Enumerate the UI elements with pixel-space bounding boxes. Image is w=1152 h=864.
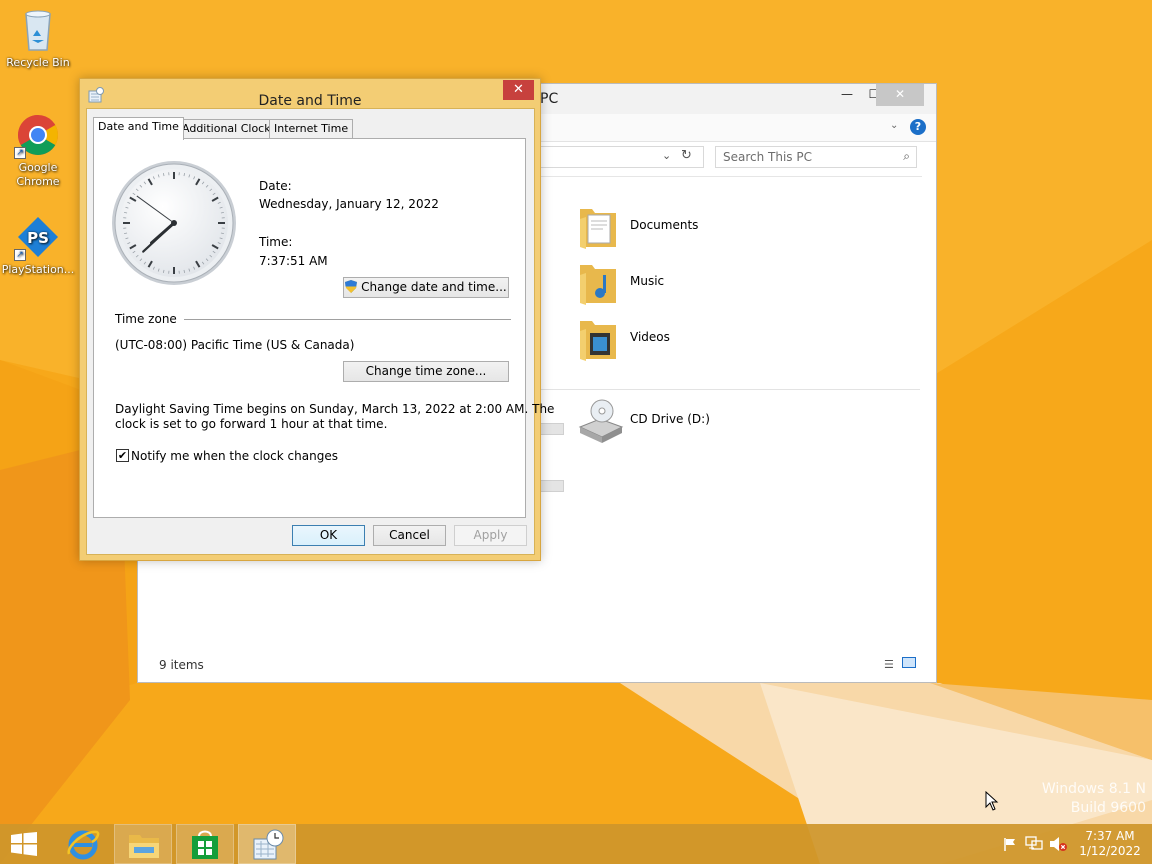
- taskbar-date-and-time[interactable]: [238, 824, 296, 864]
- address-bar[interactable]: ⌄ ↻: [534, 146, 704, 168]
- change-date-time-label: Change date and time...: [361, 280, 507, 294]
- taskbar-clock-date: 1/12/2022: [1079, 844, 1141, 858]
- cancel-button[interactable]: Cancel: [373, 525, 446, 546]
- drive-cd[interactable]: CD Drive (D:): [576, 397, 756, 447]
- dialog-close-button[interactable]: ✕: [503, 80, 534, 100]
- notify-checkbox[interactable]: ✔: [116, 449, 129, 462]
- tab-additional-clocks[interactable]: Additional Clocks: [177, 119, 282, 139]
- drive-usage-bar: [540, 423, 564, 435]
- documents-folder-icon: [580, 209, 616, 249]
- dst-info-line2: clock is set to go forward 1 hour at tha…: [115, 417, 388, 431]
- analog-clock: [112, 161, 236, 285]
- mouse-cursor-icon: [985, 791, 999, 811]
- date-label: Date:: [259, 179, 292, 193]
- playstation-icon: PS ↗: [14, 213, 62, 261]
- change-time-zone-button[interactable]: Change time zone...: [343, 361, 509, 382]
- help-icon[interactable]: ?: [910, 119, 926, 135]
- minimize-button[interactable]: —: [832, 84, 862, 106]
- shortcut-arrow-icon: ↗: [14, 147, 26, 159]
- notify-label[interactable]: Notify me when the clock changes: [131, 449, 338, 463]
- action-center-flag-icon[interactable]: [1003, 837, 1017, 851]
- desktop-icon-playstation[interactable]: PS ↗ PlayStation...: [0, 213, 76, 277]
- svg-text:PS: PS: [27, 229, 49, 247]
- dialog-body: Date and Time Additional Clocks Internet…: [86, 108, 554, 555]
- date-time-app-icon: [253, 829, 284, 860]
- time-label: Time:: [259, 235, 293, 249]
- time-value: 7:37:51 AM: [259, 254, 328, 268]
- clock-center: [171, 220, 177, 226]
- watermark-build: Build 9600: [1070, 800, 1146, 816]
- folder-label: Videos: [630, 330, 670, 344]
- dialog-title: Date and Time: [258, 93, 362, 109]
- taskbar-clock[interactable]: 7:37 AM 1/12/2022: [1076, 829, 1144, 859]
- folder-label: Documents: [630, 218, 699, 232]
- taskbar-clock-time: 7:37 AM: [1085, 829, 1135, 843]
- date-value: Wednesday, January 12, 2022: [259, 197, 439, 211]
- details-view-icon[interactable]: ☰: [884, 658, 894, 671]
- status-item-count: 9 items: [159, 658, 204, 672]
- chevron-down-icon[interactable]: ⌄: [662, 149, 671, 162]
- shortcut-arrow-icon: ↗: [14, 249, 26, 261]
- search-placeholder: Search This PC: [723, 150, 812, 164]
- desktop-icon-google-chrome[interactable]: ↗ Google Chrome: [0, 111, 76, 189]
- file-explorer-icon: [129, 835, 159, 858]
- taskbar-file-explorer[interactable]: [114, 824, 172, 864]
- store-icon: [192, 830, 218, 859]
- windows-watermark: Windows 8.1 N Build 9600: [1042, 780, 1146, 818]
- folder-label: Music: [630, 274, 665, 288]
- chevron-down-icon[interactable]: ⌄: [890, 120, 898, 131]
- desktop-icon-label: Recycle Bin: [6, 56, 70, 69]
- refresh-icon[interactable]: ↻: [681, 148, 692, 163]
- windows-logo-icon: [11, 832, 37, 856]
- chrome-icon: ↗: [14, 111, 62, 159]
- ok-button[interactable]: OK: [292, 525, 365, 546]
- tiles-view-icon[interactable]: [901, 657, 916, 668]
- drive-label: CD Drive (D:): [630, 412, 710, 426]
- close-button[interactable]: ✕: [876, 84, 924, 106]
- drive-usage-bar: [540, 480, 564, 492]
- network-icon[interactable]: [1025, 836, 1043, 852]
- desktop-icon-label: Google Chrome: [16, 161, 60, 188]
- music-folder-icon: [580, 265, 616, 305]
- search-input[interactable]: Search This PC ⌕: [715, 146, 917, 168]
- section-divider: [540, 389, 920, 390]
- checkmark-icon: ✔: [117, 449, 128, 462]
- internet-explorer-icon: [67, 830, 100, 860]
- explorer-title: PC: [540, 91, 559, 107]
- date-time-dialog[interactable]: Date and Time ✕ Date and Time Additional…: [79, 78, 554, 561]
- apply-button[interactable]: Apply: [454, 525, 527, 546]
- taskbar: 7:37 AM 1/12/2022: [0, 824, 1152, 864]
- timezone-divider: [184, 319, 511, 320]
- view-toggle: ☰: [884, 657, 916, 671]
- watermark-edition: Windows 8.1 N: [1041, 781, 1146, 797]
- dst-info-line1: Daylight Saving Time begins on Sunday, M…: [115, 402, 555, 416]
- timezone-heading: Time zone: [115, 312, 177, 326]
- search-icon[interactable]: ⌕: [903, 149, 910, 164]
- timezone-value: (UTC-08:00) Pacific Time (US & Canada): [115, 338, 355, 352]
- desktop-icon-label: PlayStation...: [1, 263, 75, 276]
- volume-muted-icon[interactable]: [1049, 836, 1067, 852]
- recycle-bin-icon: [14, 6, 62, 54]
- change-date-time-button[interactable]: Change date and time...: [343, 277, 509, 298]
- date-time-tab-panel: Date: Wednesday, January 12, 2022 Time: …: [93, 138, 554, 518]
- uac-shield-icon: [345, 280, 358, 293]
- start-button[interactable]: [0, 824, 50, 864]
- cd-drive-icon: [578, 399, 624, 443]
- tab-internet-time[interactable]: Internet Time: [269, 119, 354, 139]
- taskbar-store[interactable]: [176, 824, 234, 864]
- tab-date-and-time[interactable]: Date and Time: [93, 117, 184, 140]
- taskbar-internet-explorer[interactable]: [54, 824, 112, 864]
- videos-folder-icon: [580, 321, 616, 361]
- desktop-icon-recycle-bin[interactable]: Recycle Bin: [0, 6, 76, 70]
